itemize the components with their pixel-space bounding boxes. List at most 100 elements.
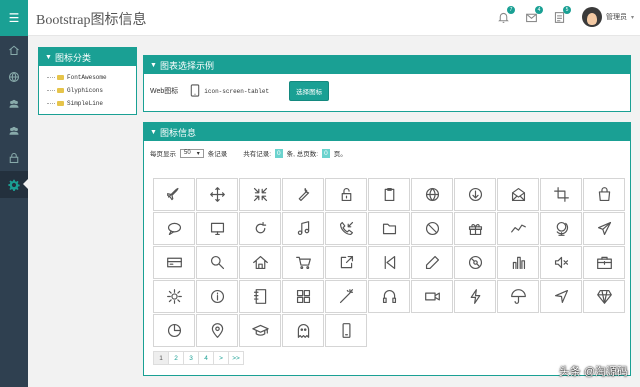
icon-cell-umbrella[interactable] [497,280,539,313]
mail-button[interactable]: 4 [524,6,543,24]
screen-icon [210,222,224,236]
page-button-1[interactable]: 1 [153,351,169,365]
folder-icon [382,223,396,235]
icon-cell-earphones[interactable] [368,280,410,313]
icon-cell-control-start[interactable] [368,246,410,279]
icon-cell-gift[interactable] [454,212,496,245]
icon-cell-ghost[interactable] [282,314,324,347]
icon-cell-energy[interactable] [454,280,496,313]
briefcase-icon [596,256,612,270]
icon-cell-globe-alt[interactable] [540,212,582,245]
gift-icon [468,223,482,236]
web-icon-label: Web图标 [150,88,179,95]
icon-cell-plane[interactable] [153,178,195,211]
icon-cell-lock-open[interactable] [325,178,367,211]
refresh-icon [255,221,266,234]
notification-button[interactable]: 7 [496,6,515,24]
per-page-label: 每页显示 [150,151,176,158]
sidebar-item-groups[interactable] [0,117,28,144]
tasks-button[interactable]: 5 [552,6,571,24]
icon-cell-pencil[interactable] [411,246,453,279]
icon-cell-graduation[interactable] [239,314,281,347]
sidebar-item-settings[interactable] [0,171,28,198]
icon-cell-briefcase[interactable] [583,246,625,279]
phone-icon [342,323,350,338]
mail-badge: 4 [535,6,543,14]
page-button-6[interactable]: >> [228,351,244,365]
menu-icon: ☰ [8,11,20,25]
icon-cell-graph[interactable] [497,212,539,245]
icon-cell-grid[interactable] [282,280,324,313]
icon-cell-magnifier[interactable] [196,246,238,279]
pie-chart-icon [167,323,181,338]
example-title: 图表选择示例 [159,60,214,71]
page-button-5[interactable]: > [213,351,229,365]
icon-cell-info[interactable] [196,280,238,313]
icon-cell-magic-wand[interactable] [325,280,367,313]
icon-cell-clipboard[interactable] [368,178,410,211]
icon-cell-refresh[interactable] [239,212,281,245]
ghost-icon [297,324,309,338]
sidebar-item-users[interactable] [0,90,28,117]
tree-item-simpleline[interactable]: SimpleLine [47,97,136,110]
icon-cell-globe[interactable] [411,178,453,211]
icon-cell-home[interactable] [239,246,281,279]
grid-icon [296,289,310,304]
credit-card-icon [166,257,182,268]
select-icon-button[interactable]: 选择图标 [289,81,330,101]
per-page-select[interactable]: 50 ▾ [180,148,204,158]
icon-code: icon-screen-tablet [204,87,270,95]
paper-plane-icon [597,221,611,236]
icon-cell-basket[interactable] [282,246,324,279]
icon-cell-notebook[interactable] [239,280,281,313]
pencil-icon [425,255,439,270]
tablet-icon [190,83,200,99]
basket-icon [295,256,311,270]
icon-cell-minimize[interactable] [239,178,281,211]
icon-cell-move[interactable] [196,178,238,211]
users-icon [9,126,19,135]
icon-cell-ban[interactable] [411,212,453,245]
icon-cell-direction[interactable] [540,280,582,313]
icon-cell-screen[interactable] [196,212,238,245]
icon-cell-mail-open[interactable] [497,178,539,211]
icon-cell-bar-chart[interactable] [497,246,539,279]
page-button-4[interactable]: 4 [198,351,214,365]
icon-info-panel: ▼ 图标信息 每页显示 50 ▾ 条记录 共有记录: 0 条, 总页数: 0 页。 … [143,122,631,376]
icon-cell-phone[interactable] [325,314,367,347]
caret-down-icon: ▼ [45,53,52,61]
sidebar-item-home[interactable] [0,36,28,63]
icon-cell-music[interactable] [282,212,324,245]
earphones-icon [382,290,396,304]
icon-cell-wrench[interactable] [282,178,324,211]
icon-cell-folder[interactable] [368,212,410,245]
icon-cell-arrow-down-circle[interactable] [454,178,496,211]
icon-cell-disc[interactable] [454,246,496,279]
page-button-2[interactable]: 2 [168,351,184,365]
icon-cell-speech[interactable] [153,212,195,245]
menu-toggle-button[interactable]: ☰ [0,0,28,36]
icon-cell-settings[interactable] [153,280,195,313]
icon-cell-diamond[interactable] [583,280,625,313]
tree-item-glyphicons[interactable]: Glyphicons [47,84,136,97]
icon-cell-camrecorder[interactable] [411,280,453,313]
avatar [581,7,602,27]
icon-cell-pie-chart[interactable] [153,314,195,347]
user-menu[interactable]: 管理员 ▾ [581,7,634,27]
sidebar-item-lock[interactable] [0,144,28,171]
crop-icon [553,187,569,202]
icon-cell-volume-off[interactable] [540,246,582,279]
icon-cell-location-pin[interactable] [196,314,238,347]
icon-cell-call-in[interactable] [325,212,367,245]
globe-alt-icon [556,221,568,236]
icon-cell-bag[interactable] [583,178,625,211]
sidebar-item-globe[interactable] [0,63,28,90]
icon-cell-share-alt[interactable] [325,246,367,279]
location-pin-icon [211,323,223,338]
icon-cell-credit-card[interactable] [153,246,195,279]
icon-cell-paper-plane[interactable] [583,212,625,245]
page-button-3[interactable]: 3 [183,351,199,365]
icon-cell-crop[interactable] [540,178,582,211]
bar-chart-icon [512,256,525,270]
tree-item-fontawesome[interactable]: FontAwesome [47,71,136,84]
